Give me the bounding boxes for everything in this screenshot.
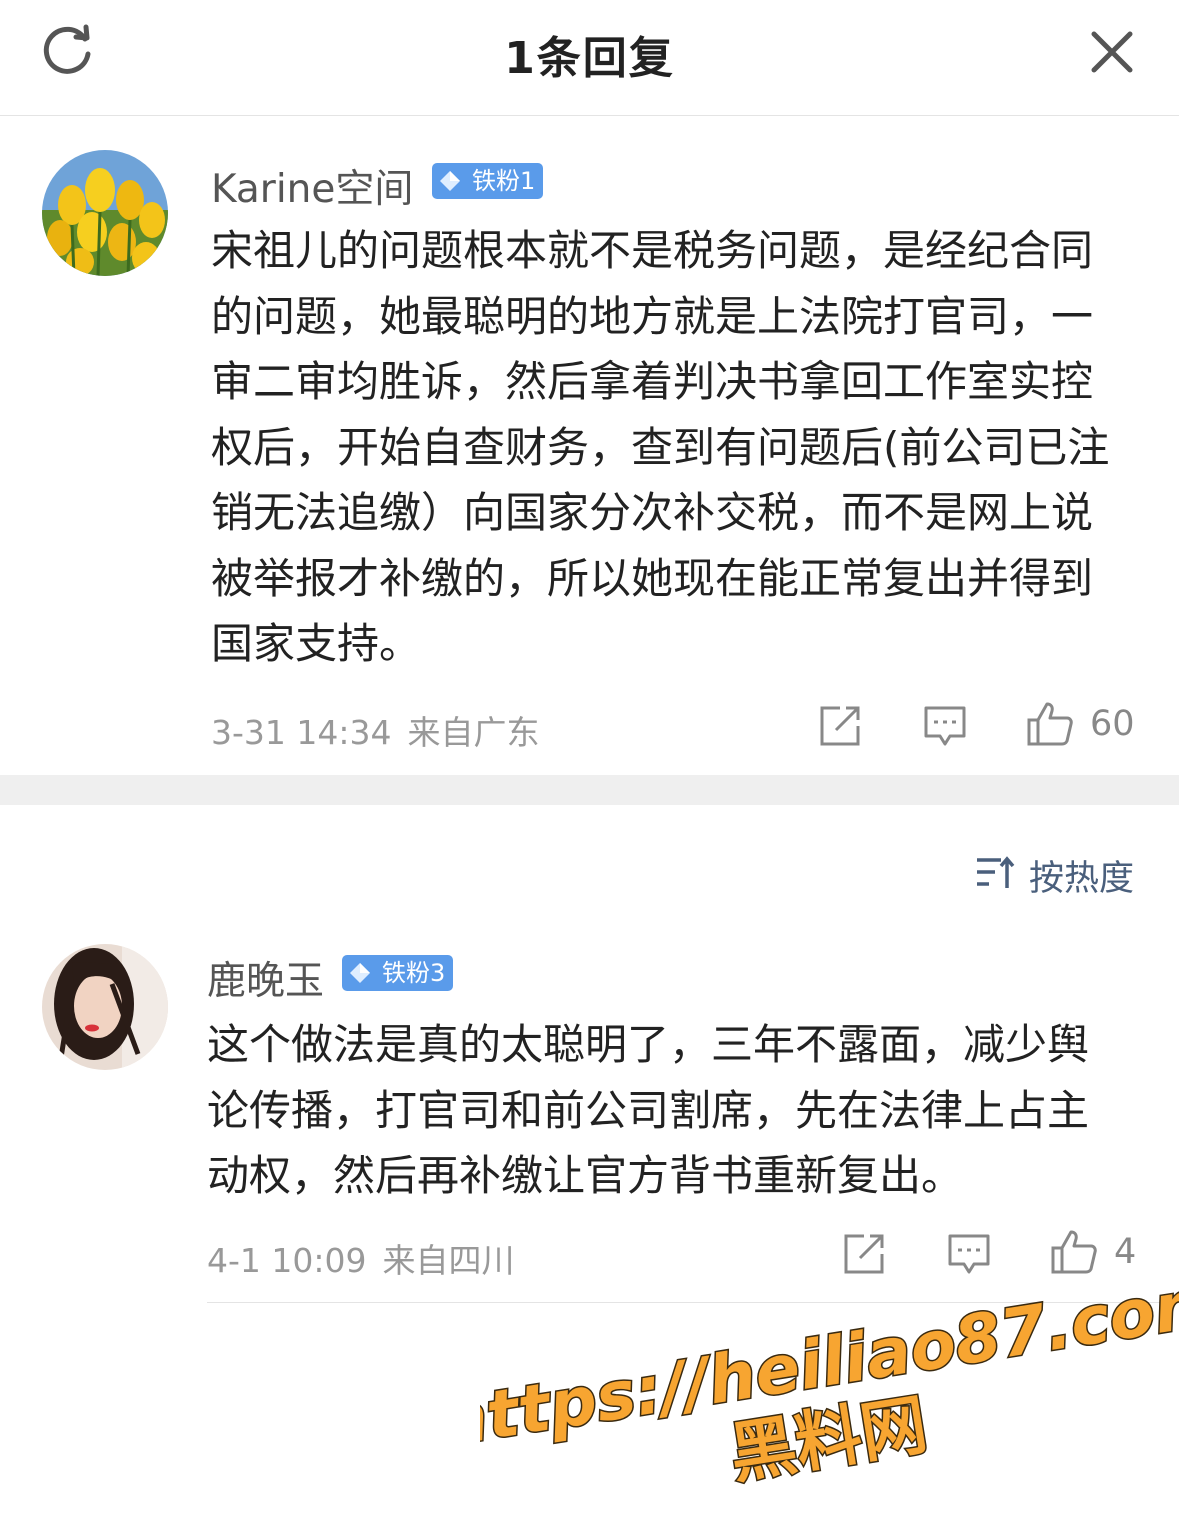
root-comment-meta: 3-31 14:34 来自广东 — [211, 706, 540, 754]
comment-time: 4-1 10:09 — [207, 1241, 367, 1280]
badge-label: 铁粉1 — [472, 167, 536, 195]
like-icon[interactable] — [1049, 1228, 1099, 1276]
badge-label: 铁粉3 — [382, 959, 446, 987]
avatar-woman[interactable] — [42, 944, 168, 1070]
like-icon[interactable] — [1025, 700, 1075, 748]
comment-time: 3-31 14:34 — [211, 713, 392, 752]
comment-location: 来自广东 — [407, 713, 540, 752]
sort-label: 按热度 — [1029, 859, 1135, 899]
header-bar: 1条回复 — [0, 0, 1179, 116]
comment-icon[interactable] — [948, 1234, 990, 1274]
comment-icon[interactable] — [924, 706, 966, 746]
reply-text: 这个做法是真的太聪明了，三年不露面，减少舆论传播，打官司和前公司割席，先在法律上… — [207, 1020, 1090, 1200]
watermark: https://heiliao87.com 黑料网 — [480, 1285, 1179, 1485]
like-count: 4 — [1114, 1232, 1137, 1272]
section-divider — [0, 775, 1179, 805]
reply-username[interactable]: 鹿晚玉 — [207, 950, 324, 1006]
sort-icon — [977, 856, 1015, 888]
like-count: 60 — [1090, 704, 1135, 744]
avatar-tulips[interactable] — [42, 150, 168, 276]
fan-badge[interactable]: 铁粉3 — [342, 955, 454, 991]
fan-badge[interactable]: 铁粉1 — [432, 163, 544, 199]
root-username[interactable]: Karine空间 — [211, 158, 413, 214]
comment-location: 来自四川 — [382, 1241, 515, 1280]
page-title: 1条回复 — [504, 33, 675, 84]
root-comment-text: 宋祖儿的问题根本就不是税务问题，是经纪合同的问题，她最聪明的地方就是上法院打官司… — [211, 226, 1110, 668]
diamond-icon — [350, 963, 370, 983]
reply-meta: 4-1 10:09 来自四川 — [207, 1234, 515, 1282]
share-icon[interactable] — [842, 1232, 886, 1276]
diamond-icon — [440, 171, 460, 191]
close-icon[interactable] — [1086, 26, 1138, 78]
share-icon[interactable] — [818, 704, 862, 748]
